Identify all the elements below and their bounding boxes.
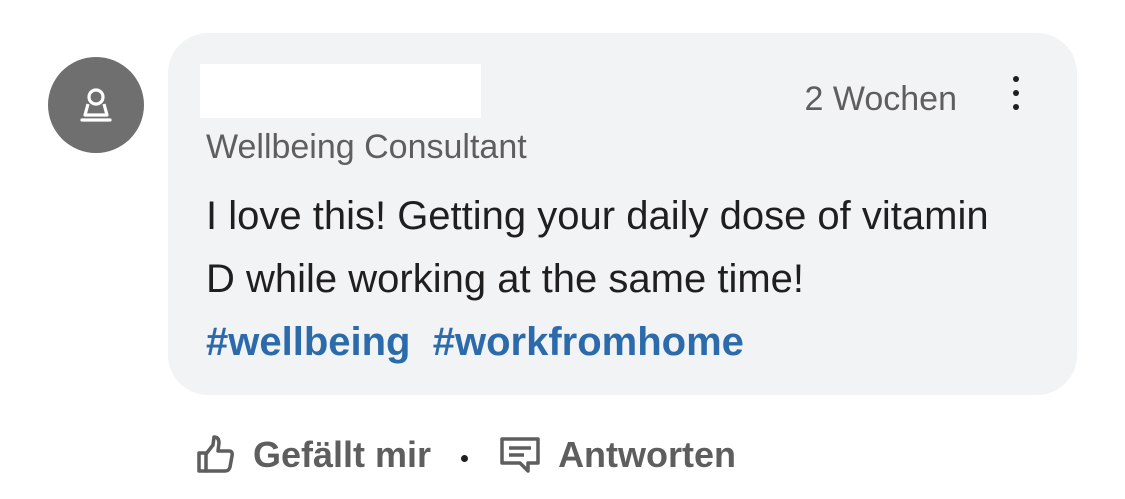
like-button[interactable]: Gefällt mir bbox=[193, 433, 431, 477]
more-vertical-icon-dot bbox=[1013, 104, 1019, 110]
more-options-button[interactable] bbox=[996, 73, 1036, 113]
more-vertical-icon-dot bbox=[1013, 90, 1019, 96]
comment-actions: Gefällt mir Antworten bbox=[193, 423, 736, 487]
author-name-redacted[interactable] bbox=[200, 64, 481, 118]
more-vertical-icon bbox=[1013, 76, 1019, 82]
like-label: Gefällt mir bbox=[253, 434, 432, 475]
hashtag-link[interactable]: #workfromhome bbox=[433, 320, 744, 364]
comment-bubble: 2 Wochen Wellbeing Consultant I love thi… bbox=[168, 33, 1077, 395]
reply-button[interactable]: Antworten bbox=[498, 434, 736, 476]
comment-body: I love this! Getting your daily dose of … bbox=[206, 194, 989, 301]
action-separator bbox=[461, 454, 469, 462]
avatar[interactable] bbox=[48, 57, 144, 153]
comment-icon bbox=[500, 437, 540, 473]
thumbs-up-icon bbox=[197, 435, 234, 473]
author-headline: Wellbeing Consultant bbox=[206, 128, 527, 166]
person-icon bbox=[80, 88, 112, 122]
hashtag-link[interactable]: #wellbeing bbox=[206, 320, 411, 364]
comment-timestamp: 2 Wochen bbox=[804, 80, 957, 118]
comment-text: I love this! Getting your daily dose of … bbox=[206, 185, 1026, 374]
reply-label: Antworten bbox=[558, 434, 737, 475]
